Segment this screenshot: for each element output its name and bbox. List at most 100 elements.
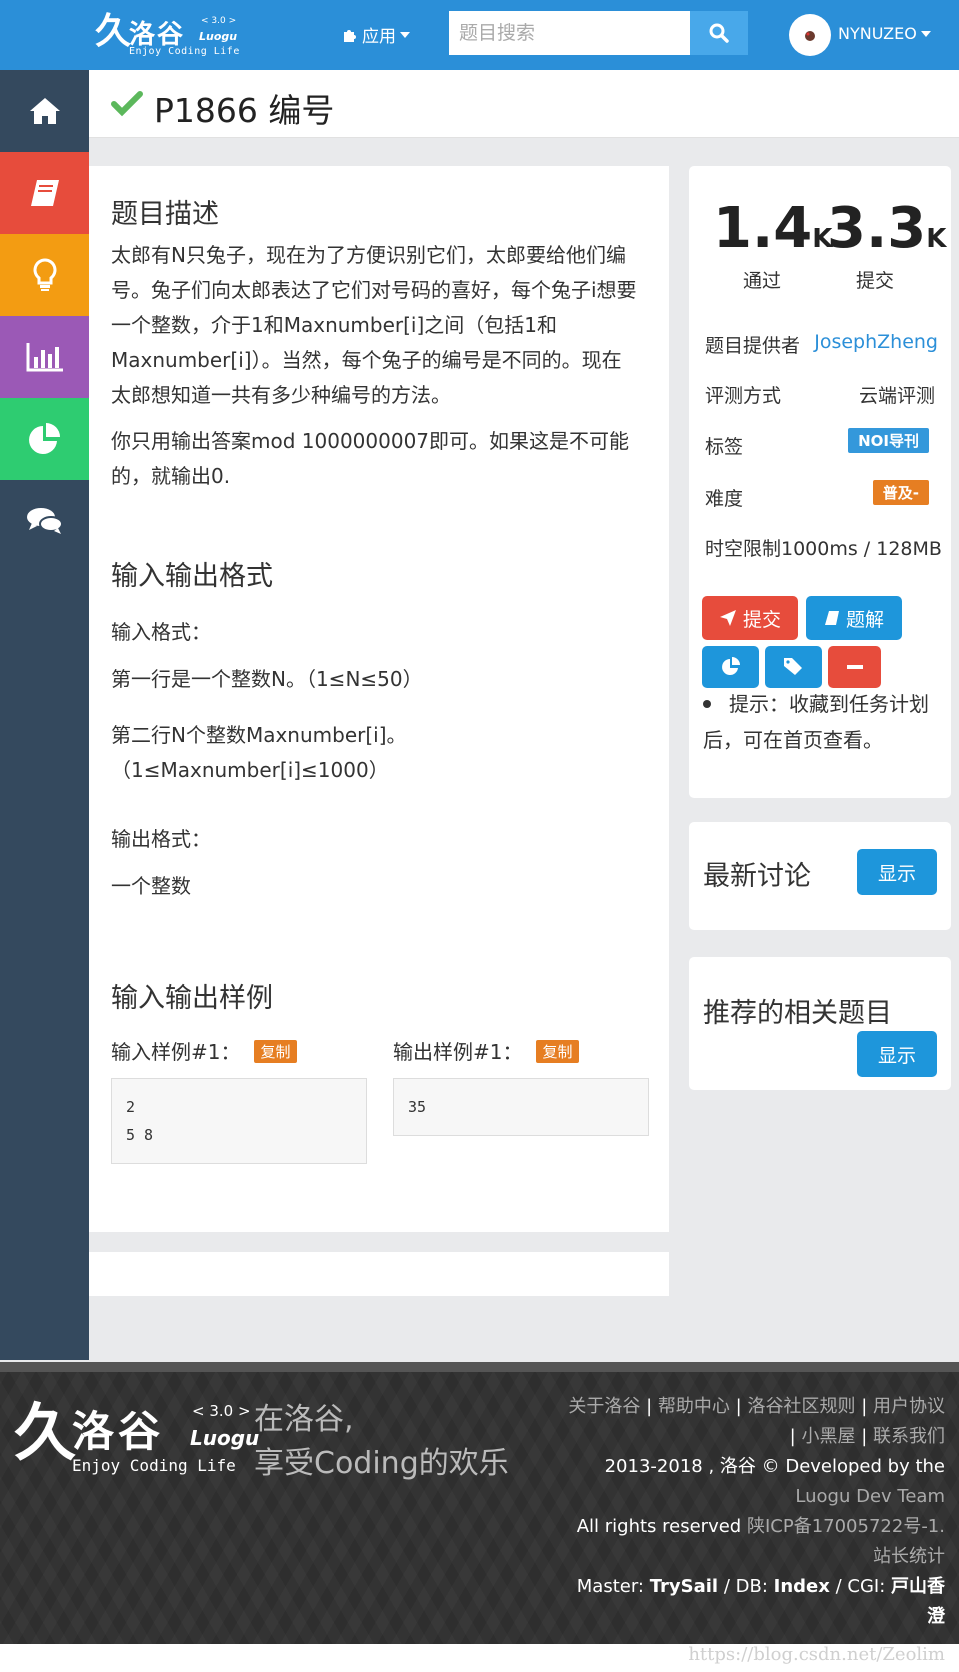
sidebar-item-rankings[interactable] — [0, 316, 89, 398]
description-text: 太郎有N只兔子，现在为了方便识别它们，太郎要给他们编号。兔子们向太郎表达了它们对… — [111, 243, 637, 407]
footer-copyright: 2013-2018 , 洛谷 © Developed by the — [604, 1456, 945, 1477]
sample-output-title: 输出样例#1： — [393, 1040, 523, 1064]
footer-links: 关于洛谷 | 帮助中心 | 洛谷社区规则 | 用户协议 | 小黑屋 | 联系我们… — [565, 1392, 945, 1632]
provider-link[interactable]: JosephZheng — [814, 331, 938, 353]
bar-chart-icon — [26, 343, 63, 372]
records-button[interactable] — [702, 646, 759, 688]
footer-icp[interactable]: 陕ICP备17005722号-1. — [747, 1516, 945, 1537]
apps-menu[interactable]: 应用 — [342, 22, 410, 47]
search-input[interactable] — [449, 11, 690, 55]
top-navbar: 久 洛谷 < 3.0 > Luogu Enjoy Coding Life 应用 … — [0, 0, 959, 70]
tags-label: 标签 — [705, 436, 744, 458]
submit-label: 提交 — [856, 270, 895, 292]
copy-output-button[interactable]: 复制 — [536, 1040, 579, 1063]
related-title: 推荐的相关题目 — [703, 998, 892, 1029]
user-menu[interactable]: NYNUZEO — [838, 24, 931, 43]
book-icon — [30, 180, 59, 206]
related-show-button[interactable]: 显示 — [857, 1031, 937, 1077]
description-heading: 题目描述 — [111, 199, 219, 230]
site-footer: 久 洛谷 < 3.0 > Luogu Enjoy Coding Life 在洛谷… — [0, 1362, 959, 1644]
footer-link-blackroom[interactable]: 小黑屋 — [801, 1426, 855, 1447]
output-format-label: 输出格式： — [111, 827, 211, 851]
footer-team: Luogu Dev Team — [795, 1486, 945, 1507]
tag-badge[interactable]: NOI导刊 — [848, 428, 929, 453]
samples-heading: 输入输出样例 — [111, 983, 273, 1014]
limit-row: 时空限制1000ms / 128MB — [705, 538, 942, 560]
sample-output-label: 输出样例#1： 复制 — [393, 1036, 579, 1065]
favorite-hint-text: 提示：收藏到任务计划后，可在首页查看。 — [703, 692, 929, 752]
sidebar-item-training[interactable] — [0, 234, 89, 316]
lightbulb-icon — [33, 258, 56, 291]
solution-button-label: 题解 — [845, 608, 884, 631]
page-title: P1866 编号 — [154, 91, 335, 130]
footer-link-rules[interactable]: 洛谷社区规则 — [747, 1396, 855, 1417]
footer-slogan-line2: 享受Coding的欢乐 — [254, 1446, 509, 1481]
sidebar-item-problems[interactable] — [0, 152, 89, 234]
username: NYNUZEO — [838, 24, 917, 43]
discuss-show-button[interactable]: 显示 — [857, 849, 937, 895]
logo-version: < 3.0 > — [201, 16, 237, 26]
bullet-icon — [703, 700, 711, 708]
comments-icon — [26, 508, 63, 534]
footer-logo-tagline: Enjoy Coding Life — [72, 1456, 236, 1475]
remove-favorite-button[interactable] — [828, 646, 881, 688]
provider-row: 题目提供者 JosephZheng — [705, 331, 938, 358]
sample-input-title: 输入样例#1： — [111, 1040, 241, 1064]
logo-mark: 久 — [95, 11, 132, 52]
output-line: 一个整数 — [111, 874, 191, 898]
submit-count: 3.3K — [827, 196, 947, 261]
footer-link-about[interactable]: 关于洛谷 — [568, 1396, 640, 1417]
sample-input-box: 2 5 8 — [111, 1078, 367, 1164]
input-line-2: 第二行N个整数Maxnumber[i]。（1≤Maxnumber[i]≤1000… — [111, 723, 407, 782]
provider-label: 题目提供者 — [705, 335, 801, 357]
footer-logo-mark: 久 — [14, 1396, 77, 1469]
difficulty-label: 难度 — [705, 488, 744, 510]
tags-button[interactable] — [765, 646, 822, 688]
book-icon — [824, 611, 839, 625]
stats-card: 1.4K 3.3K 通过 提交 题目提供者 JosephZheng 评测方式 云… — [689, 166, 951, 798]
copy-input-button[interactable]: 复制 — [254, 1040, 297, 1063]
passed-count: 1.4K — [713, 196, 833, 261]
sample-input-label: 输入样例#1： 复制 — [111, 1036, 297, 1065]
io-format-heading: 输入输出格式 — [111, 561, 273, 592]
footer-logo-text: 洛谷 — [72, 1407, 165, 1456]
sample-output-box: 35 — [393, 1078, 649, 1136]
footer-slogan: 在洛谷, 享受Coding的欢乐 — [254, 1398, 509, 1486]
favorite-hint: 提示：收藏到任务计划后，可在首页查看。 — [703, 686, 933, 758]
difficulty-badge: 普及- — [872, 480, 929, 505]
search-icon — [709, 23, 729, 43]
luogu-logo[interactable]: 久 洛谷 < 3.0 > Luogu Enjoy Coding Life — [95, 12, 245, 58]
search-button[interactable] — [690, 11, 748, 55]
avatar[interactable] — [789, 14, 831, 56]
puzzle-icon — [344, 29, 356, 42]
judge-label: 评测方式 — [705, 385, 782, 407]
footer-stats[interactable]: 站长统计 — [565, 1542, 945, 1572]
footer-link-help[interactable]: 帮助中心 — [658, 1396, 730, 1417]
discuss-title: 最新讨论 — [703, 861, 811, 892]
solution-button[interactable]: 题解 — [806, 596, 902, 640]
pie-chart-icon — [721, 657, 740, 675]
judge-value: 云端评测 — [858, 385, 935, 407]
send-icon — [719, 610, 736, 626]
input-line-1: 第一行是一个整数N。（1≤N≤50） — [111, 667, 423, 691]
footer-rights: All rights reserved — [576, 1516, 742, 1537]
apps-label: 应用 — [362, 27, 396, 47]
sidebar — [0, 70, 89, 1360]
pie-chart-icon — [28, 423, 60, 454]
footer-logo-version: < 3.0 > — [192, 1402, 251, 1420]
check-icon — [111, 91, 143, 117]
difficulty-row: 难度 普及- — [705, 480, 935, 511]
related-card: 推荐的相关题目 显示 — [689, 957, 951, 1090]
footer-link-contact[interactable]: 联系我们 — [873, 1426, 945, 1447]
submit-button[interactable]: 提交 — [702, 596, 798, 640]
input-format-label: 输入格式： — [111, 620, 211, 644]
footer-logo-en: Luogu — [190, 1426, 260, 1450]
footer-link-agreement[interactable]: 用户协议 — [873, 1396, 945, 1417]
sidebar-item-home[interactable] — [0, 70, 89, 152]
sidebar-item-discuss[interactable] — [0, 480, 89, 562]
problem-content: 题目描述 太郎有N只兔子，现在为了方便识别它们，太郎要给他们编号。兔子们向太郎表… — [89, 166, 669, 1232]
problem-title-bar: P1866 编号 — [89, 70, 959, 138]
tags-row: 标签 NOI导刊 — [705, 428, 935, 459]
home-icon — [29, 98, 60, 124]
sidebar-item-records[interactable] — [0, 398, 89, 480]
